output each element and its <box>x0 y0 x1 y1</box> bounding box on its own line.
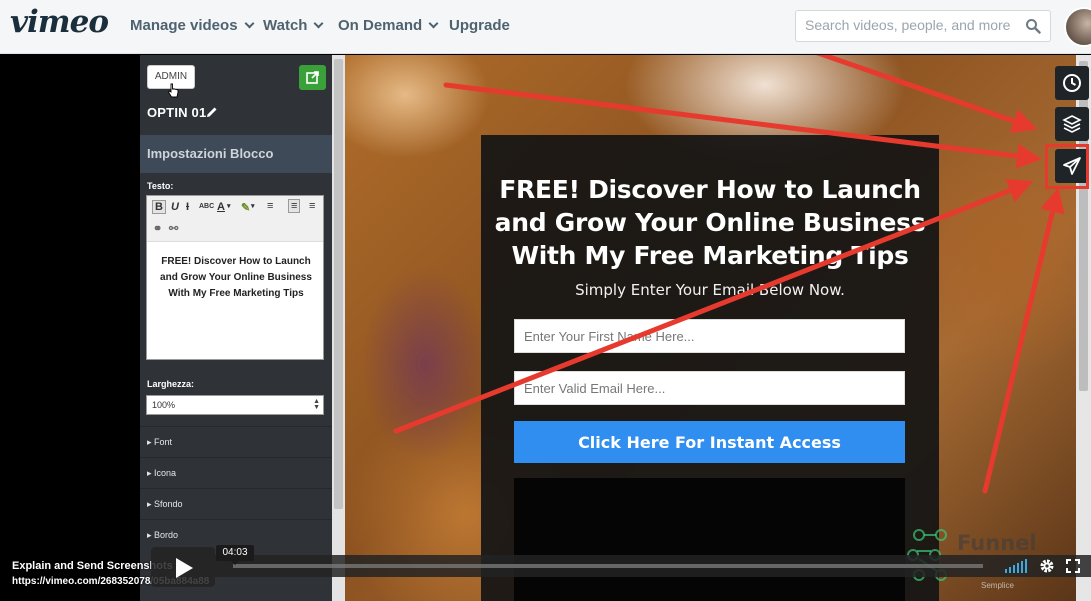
chevron-down-icon[interactable]: ▾ <box>251 202 255 210</box>
progress-track[interactable] <box>233 564 983 568</box>
bold-icon[interactable]: B <box>152 200 166 214</box>
watermark-subtext: Semplice <box>981 581 1014 590</box>
nav-upgrade[interactable]: Upgrade <box>449 17 510 34</box>
chevron-down-icon <box>428 18 439 28</box>
fullscreen-icon[interactable] <box>1066 559 1080 573</box>
page-canvas: FREE! Discover How to Launch and Grow Yo… <box>345 55 1076 601</box>
editor-text-content[interactable]: FREE! Discover How to Launch and Grow Yo… <box>153 254 319 302</box>
time-tooltip: 04:03 <box>216 545 254 565</box>
text-label: Testo: <box>147 181 174 191</box>
clock-icon <box>1063 74 1081 92</box>
nav-manage-videos[interactable]: Manage videos <box>130 17 254 34</box>
gear-icon[interactable] <box>1039 558 1055 574</box>
progress-bar[interactable] <box>215 555 995 577</box>
optin-title: OPTIN 01 <box>147 105 207 120</box>
chevron-down-icon[interactable]: ▾ <box>227 202 231 210</box>
strikethrough-icon[interactable]: I <box>186 201 189 213</box>
chevron-down-icon <box>244 18 254 28</box>
open-external-button[interactable] <box>299 65 326 90</box>
optin-headline: FREE! Discover How to Launch and Grow Yo… <box>481 173 939 272</box>
nav-on-demand[interactable]: On Demand <box>338 17 439 34</box>
chevron-down-icon <box>314 18 324 28</box>
avatar[interactable] <box>1064 7 1091 47</box>
highlight-icon[interactable]: ✎ <box>241 201 250 214</box>
external-link-icon <box>306 71 319 84</box>
play-icon <box>176 558 193 578</box>
first-name-field[interactable] <box>514 319 905 353</box>
nav-label: Watch <box>263 17 308 34</box>
layers-button[interactable] <box>1055 107 1089 141</box>
nav-label: Manage videos <box>130 17 238 34</box>
video-placeholder <box>514 478 905 601</box>
video-player[interactable]: ADMIN OPTIN 01 Impostazioni Blocco Testo… <box>0 55 1091 601</box>
search-box <box>795 10 1051 42</box>
watermark-text: Funnel <box>957 531 1037 555</box>
instant-access-button[interactable]: Click Here For Instant Access <box>514 421 905 463</box>
optin-subheadline: Simply Enter Your Email Below Now. <box>575 281 845 299</box>
font-color-icon[interactable]: A <box>217 201 225 213</box>
section-icona[interactable]: ▸ Icona <box>140 457 332 487</box>
abc-icon[interactable]: ABC <box>199 203 214 210</box>
optin-box: FREE! Discover How to Launch and Grow Yo… <box>481 135 939 601</box>
align-center-icon[interactable]: ≡ <box>288 199 301 213</box>
editor-toolbar: B U I ABC A ▾ ✎ ▾ ≡ ≡ ≡ ⚭ ⚯ <box>147 196 323 242</box>
headline-line: With My Free Marketing Tips <box>511 241 909 270</box>
nav-watch[interactable]: Watch <box>263 17 324 34</box>
player-controls-right <box>995 555 1091 577</box>
hand-cursor-icon <box>167 83 179 98</box>
section-label: ▸ Font <box>147 437 173 447</box>
sidebar-scrollbar[interactable] <box>332 55 345 601</box>
underline-icon[interactable]: U <box>171 201 179 213</box>
layers-icon <box>1062 115 1082 133</box>
email-field[interactable] <box>514 371 905 405</box>
nav-label: Upgrade <box>449 17 510 34</box>
section-label: ▸ Icona <box>147 468 177 478</box>
block-settings-label: Impostazioni Blocco <box>147 146 274 161</box>
section-label: ▸ Sfondo <box>147 499 183 509</box>
pencil-icon[interactable] <box>206 106 218 118</box>
play-button[interactable] <box>151 547 215 587</box>
rich-text-editor[interactable]: B U I ABC A ▾ ✎ ▾ ≡ ≡ ≡ ⚭ ⚯ FREE! Discov… <box>146 195 324 360</box>
section-label: ▸ Bordo <box>147 530 179 540</box>
width-label: Larghezza: <box>147 379 195 389</box>
section-font[interactable]: ▸ Font <box>140 426 332 456</box>
block-settings-header[interactable]: Impostazioni Blocco <box>140 135 332 173</box>
volume-icon[interactable] <box>1005 559 1027 573</box>
nav-label: On Demand <box>338 17 423 34</box>
vimeo-logo[interactable]: vimeo <box>10 4 109 40</box>
align-left-icon[interactable]: ≡ <box>267 200 273 212</box>
section-sfondo[interactable]: ▸ Sfondo <box>140 488 332 518</box>
search-icon[interactable] <box>1025 18 1041 34</box>
unlink-icon[interactable]: ⚯ <box>169 222 178 235</box>
align-right-icon[interactable]: ≡ <box>309 200 315 212</box>
width-input[interactable]: 100% ▲ ▼ <box>146 395 324 415</box>
letterbox <box>0 55 140 601</box>
annotation-highlight-box <box>1045 144 1089 189</box>
clock-button[interactable] <box>1055 66 1089 100</box>
headline-line: FREE! Discover How to Launch <box>499 175 921 204</box>
editor-sidebar: ADMIN OPTIN 01 Impostazioni Blocco Testo… <box>140 55 332 601</box>
link-icon[interactable]: ⚭ <box>153 222 162 235</box>
scroll-thumb[interactable] <box>334 59 343 509</box>
spinner-icon[interactable]: ▲ ▼ <box>313 398 320 411</box>
width-value: 100% <box>152 400 176 410</box>
video-title[interactable]: Explain and Send Screenshots <box>12 560 173 572</box>
search-input[interactable] <box>805 17 1013 33</box>
headline-line: and Grow Your Online Business <box>494 208 926 237</box>
vimeo-header: vimeo Manage videos Watch On Demand Upgr… <box>0 0 1091 54</box>
